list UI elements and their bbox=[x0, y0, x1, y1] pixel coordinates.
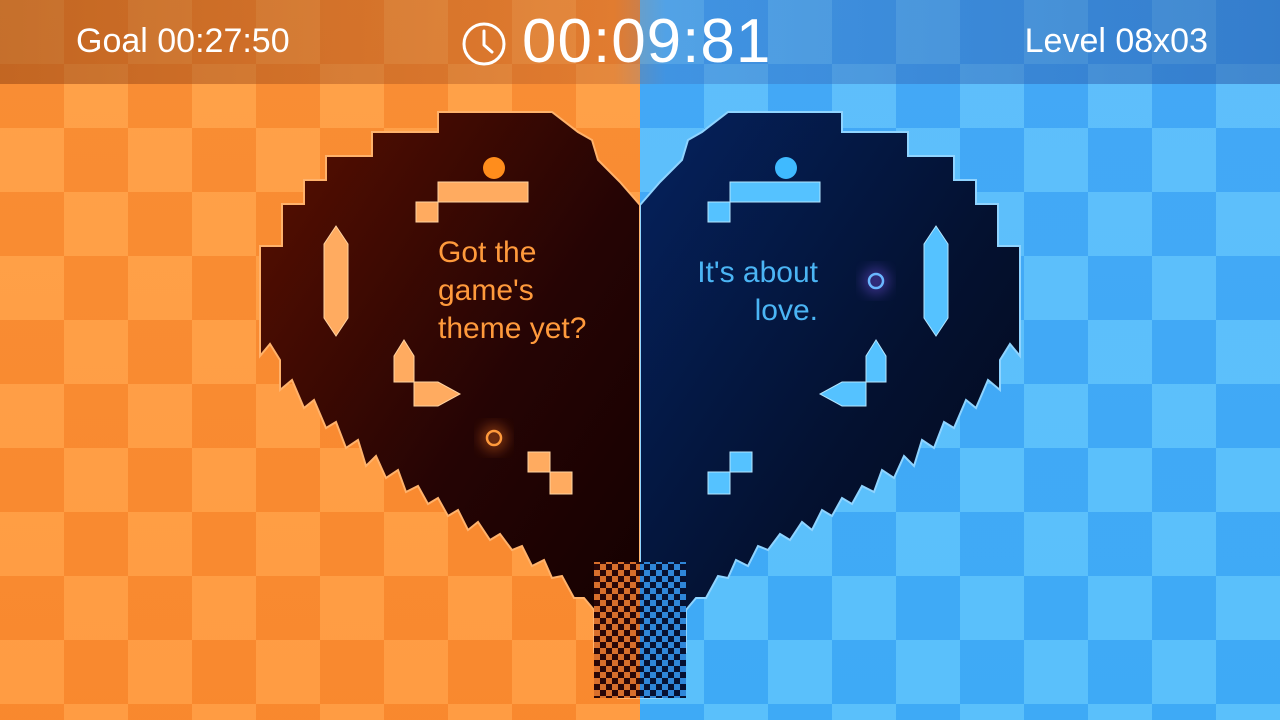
orange-stair-block-2 bbox=[549, 471, 573, 495]
right-dialogue: It's about love. bbox=[664, 254, 818, 330]
blue-player-ball[interactable] bbox=[775, 157, 797, 179]
checker-exit-left bbox=[594, 562, 640, 698]
right-dialogue-line-1: It's about bbox=[697, 256, 818, 289]
orange-platform-top bbox=[437, 181, 529, 203]
left-dialogue-line-2: game's bbox=[438, 274, 534, 307]
blue-ring-orb-icon[interactable] bbox=[862, 267, 890, 295]
left-dialogue-line-3: theme yet? bbox=[438, 312, 587, 345]
heart-level-map bbox=[259, 111, 1021, 699]
orange-player-ball[interactable] bbox=[483, 157, 505, 179]
level-indicator: Level 08x03 bbox=[1024, 22, 1208, 60]
orange-block-step bbox=[415, 201, 439, 223]
orange-crystal-pillar bbox=[323, 225, 349, 337]
right-void-region bbox=[640, 111, 1021, 699]
left-void-region bbox=[259, 111, 640, 699]
left-dialogue: Got the game's theme yet? bbox=[438, 234, 658, 348]
elapsed-timer: 00:09:81 bbox=[522, 7, 772, 76]
left-dialogue-line-1: Got the bbox=[438, 236, 537, 269]
game-stage: Got the game's theme yet? It's about lov… bbox=[0, 0, 1280, 720]
hud-bar: Goal 00:27:50 00:09:81 Level 08x03 bbox=[0, 0, 1280, 84]
right-dialogue-line-2: love. bbox=[754, 294, 818, 327]
orange-ring-orb-icon[interactable] bbox=[480, 424, 508, 452]
orange-stair-block-1 bbox=[527, 451, 551, 473]
goal-time: Goal 00:27:50 bbox=[76, 22, 290, 60]
clock-icon bbox=[462, 22, 506, 66]
